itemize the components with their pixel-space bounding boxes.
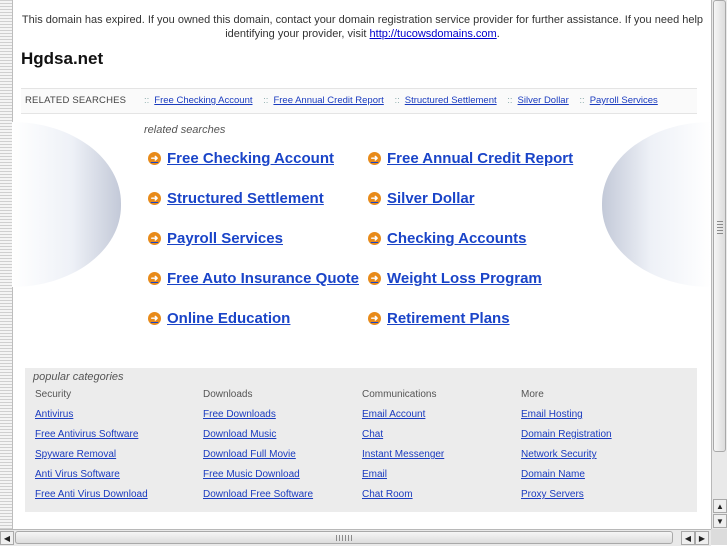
related-bar-link[interactable]: Free Checking Account [154,95,252,106]
category-link[interactable]: Anti Virus Software [35,469,148,489]
category-link[interactable]: Domain Name [521,469,612,489]
popular-categories-panel: popular categories Security Antivirus Fr… [25,368,697,512]
separator: :: [144,95,150,106]
vertical-scroll-thumb[interactable] [713,0,726,452]
scroll-left-button[interactable]: ◀ [681,531,695,545]
category-link[interactable]: Free Music Download [203,469,313,489]
keyword-text: Free Auto Insurance Quote [167,270,359,287]
separator: :: [579,95,585,106]
category-link[interactable]: Chat Room [362,489,444,509]
arrow-right-icon: ➜ [368,232,381,245]
keyword-link[interactable]: ➜ Weight Loss Program [368,270,542,287]
grip-icon [717,221,723,235]
keyword-text: Silver Dollar [387,190,475,207]
category-link[interactable]: Free Antivirus Software [35,429,148,449]
keyword-text: Free Checking Account [167,150,334,167]
related-bar-link[interactable]: Free Annual Credit Report [273,95,383,106]
site-title: Hgdsa.net [21,49,104,68]
scrollbar-corner [711,529,727,545]
keyword-text: Payroll Services [167,230,283,247]
vertical-scrollbar[interactable]: ▲ ▼ [711,0,727,529]
category-column-communications: Communications Email Account Chat Instan… [362,389,444,509]
keyword-text: Checking Accounts [387,230,527,247]
category-heading: Security [35,389,72,400]
notice-link[interactable]: http://tucowsdomains.com [370,28,497,40]
related-bar-link[interactable]: Silver Dollar [518,95,569,106]
arrow-right-icon: ➜ [148,312,161,325]
keyword-link[interactable]: ➜ Free Auto Insurance Quote [148,270,359,287]
keyword-text: Structured Settlement [167,190,324,207]
scroll-down-button[interactable]: ▼ [713,514,727,528]
keyword-link[interactable]: ➜ Free Checking Account [148,150,334,167]
category-column-more: More Email Hosting Domain Registration N… [521,389,612,509]
expired-notice: This domain has expired. If you owned th… [20,13,705,41]
separator: :: [263,95,269,106]
related-bar-links: :: Free Checking Account :: Free Annual Cr… [144,89,666,113]
keyword-text: Free Annual Credit Report [387,150,574,167]
scroll-right-button[interactable]: ▶ [695,531,709,545]
keyword-link[interactable]: ➜ Free Annual Credit Report [368,150,573,167]
arrow-right-icon: ➜ [368,192,381,205]
horizontal-scrollbar[interactable]: ◀ ◀ ▶ [0,529,711,546]
category-link[interactable]: Domain Registration [521,429,612,449]
popular-categories-title: popular categories [33,371,124,383]
related-bar-link[interactable]: Structured Settlement [405,95,497,106]
related-bar-title: RELATED SEARCHES [25,95,127,106]
category-heading: Downloads [203,389,253,400]
category-link[interactable]: Download Free Software [203,489,313,509]
keyword-link[interactable]: ➜ Retirement Plans [368,310,510,327]
related-bar-link[interactable]: Payroll Services [590,95,658,106]
arrow-right-icon: ➜ [368,152,381,165]
keyword-link[interactable]: ➜ Checking Accounts [368,230,526,247]
related-searches-bar: RELATED SEARCHES :: Free Checking Account… [21,88,697,114]
category-link[interactable]: Spyware Removal [35,449,148,469]
keyword-text: Weight Loss Program [387,270,542,287]
keyword-text: Retirement Plans [387,310,510,327]
category-link[interactable]: Instant Messenger [362,449,444,469]
category-link[interactable]: Email Hosting [521,409,612,429]
category-link[interactable]: Proxy Servers [521,489,612,509]
category-link[interactable]: Download Full Movie [203,449,313,469]
keyword-link[interactable]: ➜ Payroll Services [148,230,283,247]
keyword-link[interactable]: ➜ Silver Dollar [368,190,475,207]
related-searches-label: related searches [144,124,226,136]
horizontal-scroll-thumb[interactable] [15,531,673,544]
arrow-right-icon: ➜ [148,152,161,165]
category-link[interactable]: Antivirus [35,409,148,429]
notice-text: This domain has expired. If you owned th… [21,14,704,40]
category-link[interactable]: Network Security [521,449,612,469]
category-link[interactable]: Email [362,469,444,489]
arrow-right-icon: ➜ [368,312,381,325]
arrow-right-icon: ➜ [368,272,381,285]
category-link[interactable]: Email Account [362,409,444,429]
category-column-security: Security Antivirus Free Antivirus Softwa… [35,389,148,509]
separator: :: [394,95,400,106]
scroll-up-button[interactable]: ▲ [713,499,727,513]
scroll-left-button[interactable]: ◀ [0,531,14,545]
category-column-downloads: Downloads Free Downloads Download Music … [203,389,313,509]
category-link[interactable]: Free Anti Virus Download [35,489,148,509]
category-link[interactable]: Free Downloads [203,409,313,429]
category-link[interactable]: Chat [362,429,444,449]
decorative-glow-left [12,122,121,287]
arrow-right-icon: ➜ [148,272,161,285]
separator: :: [507,95,513,106]
category-heading: More [521,389,544,400]
keyword-link[interactable]: ➜ Online Education [148,310,290,327]
notice-after: . [496,28,500,40]
category-link[interactable]: Download Music [203,429,313,449]
grip-icon [336,535,354,541]
category-heading: Communications [362,389,437,400]
keyword-text: Online Education [167,310,291,327]
keyword-link[interactable]: ➜ Structured Settlement [148,190,324,207]
arrow-right-icon: ➜ [148,232,161,245]
decorative-glow-right [602,122,711,287]
arrow-right-icon: ➜ [148,192,161,205]
